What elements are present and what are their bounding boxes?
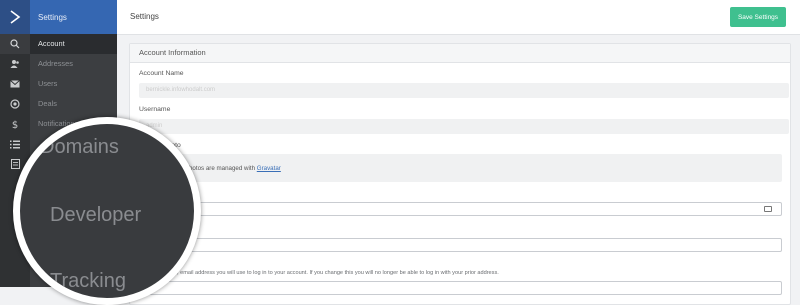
save-settings-button[interactable]: Save Settings — [730, 7, 786, 27]
contacts-icon[interactable] — [0, 54, 30, 74]
magnifier-lens: Domains Developer Tracking — [13, 117, 201, 305]
list-icon[interactable] — [0, 134, 30, 154]
menu-item-users[interactable]: Users — [30, 74, 117, 94]
menu-item-deals[interactable]: Deals — [30, 94, 117, 114]
username-value: admin — [139, 119, 789, 134]
page-title: Settings — [130, 12, 159, 21]
dollar-icon[interactable]: $ — [0, 114, 30, 134]
menu-item-addresses[interactable]: Addresses — [30, 54, 117, 74]
text-field[interactable] — [139, 202, 782, 216]
chevron-right-icon — [10, 10, 21, 24]
account-information-panel: Account Information Account Name bernick… — [129, 43, 791, 305]
email-help-text: , email address you will use to log in t… — [177, 270, 499, 276]
account-name-value: bernickle.infowhodalt.com — [139, 83, 789, 98]
account-name-label: Account Name — [139, 70, 184, 77]
panel-title: Account Information — [130, 44, 790, 63]
search-icon[interactable] — [0, 34, 30, 54]
email-field[interactable] — [139, 238, 782, 252]
mail-icon[interactable] — [0, 74, 30, 94]
app-logo[interactable] — [0, 0, 30, 34]
menu-item-account[interactable]: Account — [30, 34, 117, 54]
gravatar-note: le photos are managed with Gravatar — [179, 165, 281, 172]
target-icon[interactable] — [0, 94, 30, 114]
photo-box: le photos are managed with Gravatar — [139, 154, 782, 182]
card-icon — [764, 206, 772, 212]
magnified-item-domains: Domains — [40, 136, 119, 158]
username-label: Username — [139, 106, 171, 113]
gravatar-link[interactable]: Gravatar — [257, 165, 281, 172]
text-field-bottom[interactable] — [139, 281, 782, 295]
svg-text:$: $ — [12, 120, 18, 129]
menu-header: Settings — [30, 0, 117, 34]
magnified-item-tracking: Tracking — [50, 270, 126, 292]
top-bar: Settings Save Settings — [117, 0, 800, 35]
magnified-item-developer: Developer — [50, 204, 142, 226]
